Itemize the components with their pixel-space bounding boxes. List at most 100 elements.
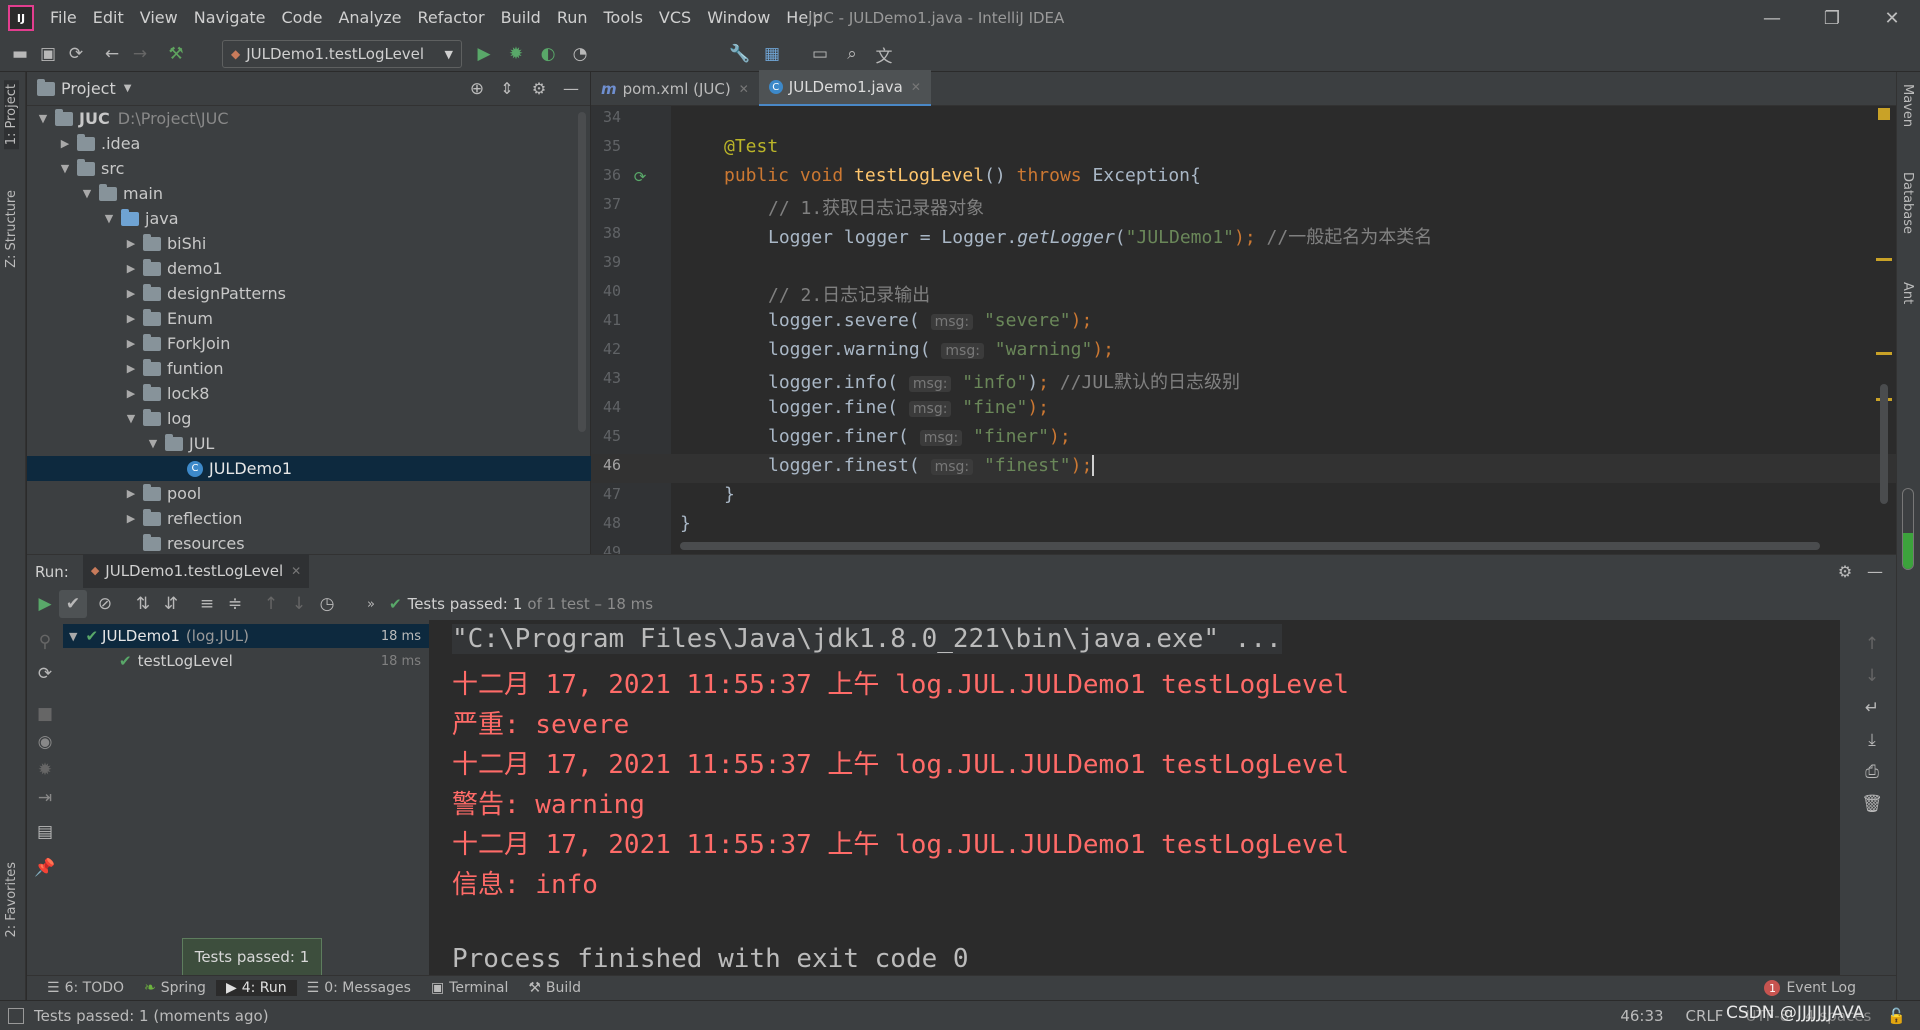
layout-icon[interactable]: ▭ <box>806 40 834 68</box>
search-icon[interactable]: ⌕ <box>838 40 866 68</box>
expand-arrow-icon[interactable]: ▶ <box>123 237 139 250</box>
menu-analyze[interactable]: Analyze <box>330 0 409 36</box>
menu-navigate[interactable]: Navigate <box>186 0 274 36</box>
test-suite-row[interactable]: ▼ ✔ JULDemo1 (log.JUL) 18 ms <box>63 624 429 648</box>
tree-row-lock8[interactable]: ▶ lock8 <box>27 381 686 406</box>
expand-arrow-icon[interactable]: ▶ <box>123 387 139 400</box>
minimize-icon[interactable]: — <box>1744 0 1800 36</box>
event-log-button[interactable]: 1 Event Log <box>1764 980 1856 996</box>
collapse-all-icon[interactable]: ⇕ <box>492 79 522 98</box>
expand-arrow-icon[interactable]: ▶ <box>123 487 139 500</box>
tab-juldemo1-java[interactable]: C JULDemo1.java ✕ <box>758 70 931 107</box>
tree-row-enum[interactable]: ▶ Enum <box>27 306 686 331</box>
scroll-to-end-icon[interactable]: ⤓ <box>1858 726 1886 754</box>
tree-row-java[interactable]: ▼ java <box>27 206 664 231</box>
expand-arrow-icon[interactable]: ▶ <box>57 137 73 150</box>
tree-row-log[interactable]: ▼ log <box>27 406 686 431</box>
expand-arrow-icon[interactable]: ▶ <box>123 287 139 300</box>
expand-arrow-icon[interactable]: ▼ <box>35 112 51 125</box>
hide-panel-icon[interactable]: — <box>556 79 586 98</box>
debug-icon[interactable]: ✹ <box>31 756 59 784</box>
toggle-tool-windows-icon[interactable] <box>8 1007 24 1024</box>
menu-run[interactable]: Run <box>549 0 596 36</box>
warning-stripe[interactable] <box>1876 352 1892 355</box>
soft-wrap-icon[interactable]: ↵ <box>1858 694 1886 722</box>
warning-stripe[interactable] <box>1876 258 1892 261</box>
debug-icon[interactable]: ✹ <box>502 40 530 68</box>
favorites-tool-tab[interactable]: 2: Favorites <box>4 862 19 938</box>
close-tab-icon[interactable]: ✕ <box>291 564 301 578</box>
next-failed-icon[interactable]: ↓ <box>285 590 313 618</box>
menu-view[interactable]: View <box>132 0 186 36</box>
layout-icon[interactable]: ▤ <box>31 818 59 846</box>
close-tab-icon[interactable]: ✕ <box>739 82 749 96</box>
gear-icon[interactable]: ⚙ <box>522 79 556 98</box>
tree-row-designpatterns[interactable]: ▶ designPatterns <box>27 281 686 306</box>
editor-horizontal-scrollbar[interactable] <box>680 542 1820 550</box>
menu-tools[interactable]: Tools <box>596 0 651 36</box>
expand-arrow-icon[interactable]: ▶ <box>123 362 139 375</box>
menu-refactor[interactable]: Refactor <box>410 0 493 36</box>
tree-row-idea[interactable]: ▶ .idea <box>27 131 620 156</box>
tab-todo[interactable]: ☰ 6: TODO <box>37 980 134 996</box>
rerun-icon[interactable]: ▶ <box>31 590 59 618</box>
restore-icon[interactable]: ❐ <box>1804 0 1860 36</box>
back-icon[interactable]: ← <box>98 40 126 68</box>
project-scrollbar[interactable] <box>578 112 586 432</box>
tab-pom-xml[interactable]: m pom.xml (JUC) ✕ <box>591 72 759 106</box>
expand-arrow-icon[interactable]: ▶ <box>123 512 139 525</box>
tree-row-main[interactable]: ▼ main <box>27 181 642 206</box>
menu-vcs[interactable]: VCS <box>651 0 699 36</box>
scroll-up-icon[interactable]: ↑ <box>1858 630 1886 658</box>
menu-file[interactable]: File <box>42 0 85 36</box>
translate-icon[interactable]: 文 <box>870 40 898 68</box>
tree-row-forkjoin[interactable]: ▶ ForkJoin <box>27 331 686 356</box>
project-tool-tab[interactable]: 1: Project <box>4 80 19 150</box>
close-icon[interactable]: ✕ <box>1864 0 1920 36</box>
run-tab[interactable]: ◆ JULDemo1.testLogLevel ✕ <box>82 553 310 590</box>
database-tool-tab[interactable]: Database <box>1900 172 1915 234</box>
expand-arrow-icon[interactable]: ▼ <box>101 212 117 225</box>
exit-icon[interactable]: ⇥ <box>31 784 59 812</box>
tree-row-juc[interactable]: ▼ JUC D:\Project\JUC <box>27 106 598 131</box>
structure-tool-tab[interactable]: Z: Structure <box>4 190 19 268</box>
test-history-icon[interactable]: ◷ <box>313 590 341 618</box>
save-all-icon[interactable]: ▣ <box>34 40 62 68</box>
tab-spring[interactable]: ❧ Spring <box>134 980 216 996</box>
hide-panel-icon[interactable]: — <box>1860 562 1890 581</box>
coverage-icon[interactable]: ◐ <box>534 40 562 68</box>
expand-arrow-icon[interactable]: ▼ <box>79 187 95 200</box>
tree-row-bishi[interactable]: ▶ biShi <box>27 231 686 256</box>
chevron-down-icon[interactable]: ▼ <box>124 83 132 94</box>
menu-code[interactable]: Code <box>274 0 331 36</box>
analysis-warning-icon[interactable] <box>1878 108 1890 120</box>
tab-messages[interactable]: ☰ 0: Messages <box>297 980 421 996</box>
expand-arrow-icon[interactable]: ▼ <box>57 162 73 175</box>
run-config-selector[interactable]: ◆ JULDemo1.testLogLevel ▼ <box>222 40 462 68</box>
camera-icon[interactable]: ◉ <box>31 728 59 756</box>
settings-wrench-icon[interactable]: 🔧 <box>726 40 754 68</box>
line-separator[interactable]: CRLF <box>1686 1007 1724 1025</box>
expand-arrow-icon[interactable]: ▼ <box>123 412 139 425</box>
tree-row-pool[interactable]: ▶ pool <box>27 481 686 506</box>
console-output[interactable]: "C:\Program Files\Java\jdk1.8.0_221\bin\… <box>430 620 1840 975</box>
prev-failed-icon[interactable]: ↑ <box>257 590 285 618</box>
run-icon[interactable]: ▶ <box>470 40 498 68</box>
trash-icon[interactable]: 🗑 <box>1858 790 1886 818</box>
expand-arrow-icon[interactable]: ▶ <box>123 337 139 350</box>
editor-vertical-scrollbar[interactable] <box>1880 384 1888 504</box>
expand-arrow-icon[interactable]: ▶ <box>123 262 139 275</box>
tree-row-src[interactable]: ▼ src <box>27 156 620 181</box>
close-tab-icon[interactable]: ✕ <box>911 80 921 94</box>
sort-duration-icon[interactable]: ⇵ <box>157 590 185 618</box>
maven-tool-tab[interactable]: Maven <box>1900 84 1915 127</box>
locate-icon[interactable]: ⊕ <box>462 79 492 99</box>
sync-icon[interactable]: ⟳ <box>62 40 90 68</box>
pin-tab-icon[interactable]: 📌 <box>31 854 59 882</box>
expand-arrow-icon[interactable]: ▶ <box>123 312 139 325</box>
open-folder-icon[interactable]: ▬ <box>6 40 34 68</box>
menu-build[interactable]: Build <box>493 0 549 36</box>
tree-row-reflection[interactable]: ▶ reflection <box>27 506 686 531</box>
forward-icon[interactable]: → <box>126 40 154 68</box>
show-passed-icon[interactable]: ✔ <box>59 590 87 618</box>
